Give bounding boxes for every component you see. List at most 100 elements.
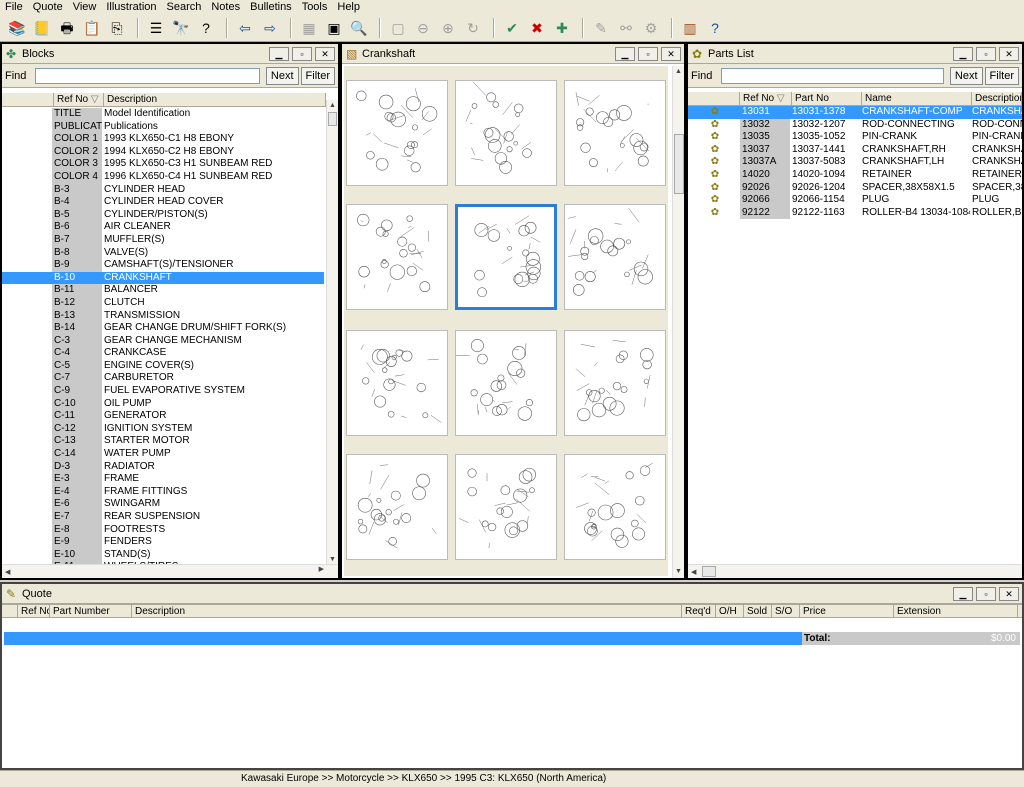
- zoom-out-icon[interactable]: ⊖: [412, 17, 434, 39]
- col-ref-no[interactable]: Ref No ▽: [54, 93, 104, 106]
- blocks-next-button[interactable]: Next: [265, 66, 299, 85]
- menu-view[interactable]: View: [68, 0, 102, 14]
- block-row[interactable]: C-12 IGNITION SYSTEM: [2, 422, 324, 436]
- restore-button[interactable]: ▫: [976, 46, 996, 61]
- block-row[interactable]: C-11 GENERATOR: [2, 410, 324, 423]
- block-row[interactable]: COLOR 3 1995 KLX650-C3 H1 SUNBEAM RED: [2, 158, 324, 171]
- block-row[interactable]: C-3 GEAR CHANGE MECHANISM: [2, 334, 324, 348]
- part-row[interactable]: ✿ 92066 92066-1154 PLUG PLUG: [688, 194, 1022, 207]
- quote-col-req-d[interactable]: Req'd: [682, 605, 716, 617]
- blocks-hscrollbar[interactable]: ◀ ▶: [2, 564, 338, 578]
- illustration-thumbnail[interactable]: [564, 80, 666, 186]
- close-button[interactable]: ✕: [999, 46, 1019, 61]
- scroll-left-icon[interactable]: ◀: [688, 569, 696, 576]
- block-row[interactable]: B-11 BALANCER: [2, 284, 324, 297]
- block-row[interactable]: COLOR 2 1994 KLX650-C2 H8 EBONY: [2, 145, 324, 159]
- menu-illustration[interactable]: Illustration: [101, 0, 161, 14]
- scroll-up-icon[interactable]: ▲: [327, 100, 338, 112]
- menu-file[interactable]: File: [0, 0, 28, 14]
- block-row[interactable]: E-4 FRAME FITTINGS: [2, 485, 324, 499]
- illustration-thumbnail[interactable]: [346, 80, 448, 186]
- quote-col-o-h[interactable]: O/H: [716, 605, 744, 617]
- block-row[interactable]: C-4 CRANKCASE: [2, 347, 324, 360]
- back-arrow-icon[interactable]: ⇦: [234, 17, 256, 39]
- parts-filter-button[interactable]: Filter: [984, 66, 1019, 85]
- grid-view-icon[interactable]: ▦: [298, 17, 320, 39]
- block-row[interactable]: B-3 CYLINDER HEAD: [2, 183, 324, 197]
- open-catalog-icon[interactable]: 📚: [6, 17, 28, 39]
- menu-tools[interactable]: Tools: [297, 0, 333, 14]
- minimize-button[interactable]: ▁: [615, 46, 635, 61]
- zoom-in-icon[interactable]: ⊕: [437, 17, 459, 39]
- menu-notes[interactable]: Notes: [206, 0, 245, 14]
- scroll-thumb[interactable]: [702, 566, 716, 577]
- scroll-thumb[interactable]: [328, 112, 337, 126]
- help-icon[interactable]: ?: [704, 17, 726, 39]
- block-row[interactable]: C-7 CARBURETOR: [2, 372, 324, 386]
- restore-button[interactable]: ▫: [292, 46, 312, 61]
- block-row[interactable]: C-13 STARTER MOTOR: [2, 435, 324, 449]
- block-row[interactable]: E-3 FRAME: [2, 473, 324, 486]
- clipboard-icon[interactable]: 📋: [81, 17, 103, 39]
- quote-col-ref-no[interactable]: Ref No: [18, 605, 50, 617]
- parts-find-input[interactable]: [721, 67, 944, 84]
- scroll-thumb[interactable]: [674, 134, 684, 194]
- blocks-find-input[interactable]: [35, 67, 260, 84]
- image-view-icon[interactable]: ▣: [323, 17, 345, 39]
- menu-help[interactable]: Help: [332, 0, 365, 14]
- col-ref-no[interactable]: Ref No ▽: [740, 92, 792, 105]
- quote-col-description[interactable]: Description: [132, 605, 682, 617]
- block-row[interactable]: B-6 AIR CLEANER: [2, 221, 324, 234]
- block-row[interactable]: E-6 SWINGARM: [2, 498, 324, 511]
- block-row[interactable]: COLOR 4 1996 KLX650-C4 H1 SUNBEAM RED: [2, 170, 324, 184]
- col-description[interactable]: Description: [972, 92, 1022, 105]
- list-icon[interactable]: ☰: [145, 17, 167, 39]
- illustration-vscrollbar[interactable]: ▲ ▼: [672, 66, 684, 578]
- close-button[interactable]: ✕: [661, 46, 681, 61]
- illustration-thumbnail[interactable]: [346, 454, 448, 560]
- part-row[interactable]: ✿ 1303213032-1207 ROD-CONNECTING ROD-CONNE: [688, 118, 1022, 132]
- note-icon[interactable]: ✎: [590, 17, 612, 39]
- block-row[interactable]: C-14 WATER PUMP: [2, 448, 324, 461]
- part-row[interactable]: ✿ 92026 92026-1204 SPACER,38X58X1.5 SPACER,3…: [688, 181, 1022, 195]
- illustration-thumbnail[interactable]: [455, 454, 557, 560]
- scroll-down-icon[interactable]: ▼: [673, 566, 684, 578]
- forward-arrow-icon[interactable]: ⇨: [259, 17, 281, 39]
- part-row[interactable]: ✿ 92122 92122-1163 ROLLER-B4 13034-1084 ROLL…: [688, 206, 1022, 220]
- part-row[interactable]: ✿ 13035 13035-1052 PIN-CRANK PIN-CRANK: [688, 131, 1022, 144]
- part-row[interactable]: ✿ 1303713037-1441 CRANKSHAFT,RH CRANKSHAF: [688, 143, 1022, 157]
- print-icon[interactable]: 🖶: [56, 17, 78, 39]
- illustration-thumbnail[interactable]: [455, 80, 557, 186]
- part-row[interactable]: ✿ 14020 14020-1094 RETAINER RETAINER: [688, 168, 1022, 182]
- block-row[interactable]: B-10 CRANKSHAFT: [2, 271, 324, 285]
- part-row[interactable]: ✿ 1303113031-1378 CRANKSHAFT-COMP CRANKSHAF…: [688, 106, 1022, 119]
- block-row[interactable]: B-13 TRANSMISSION: [2, 309, 324, 323]
- rotate-icon[interactable]: ↻: [462, 17, 484, 39]
- table-icon[interactable]: ▥: [679, 17, 701, 39]
- block-row[interactable]: B-9 CAMSHAFT(S)/TENSIONER: [2, 259, 324, 272]
- parts-next-button[interactable]: Next: [949, 66, 983, 85]
- help-search-icon[interactable]: ?: [195, 17, 217, 39]
- illustration-thumbnail[interactable]: [455, 204, 557, 310]
- block-row[interactable]: B-8 VALVE(S): [2, 246, 324, 260]
- blocks-filter-button[interactable]: Filter: [300, 66, 335, 85]
- illustration-thumbnail[interactable]: [564, 454, 666, 560]
- block-row[interactable]: B-12 CLUTCH: [2, 296, 324, 310]
- block-row[interactable]: E-7 REAR SUSPENSION: [2, 511, 324, 524]
- block-row[interactable]: C-10 OIL PUMP: [2, 397, 324, 411]
- add-part-icon[interactable]: ✚: [551, 17, 573, 39]
- block-row[interactable]: B-14 GEAR CHANGE DRUM/SHIFT FORK(S): [2, 322, 324, 335]
- parts-hscrollbar[interactable]: ◀: [688, 564, 1022, 578]
- col-name[interactable]: Name: [862, 92, 972, 105]
- check-part-icon[interactable]: ✔: [501, 17, 523, 39]
- gear-icon[interactable]: ⚙: [640, 17, 662, 39]
- col-description[interactable]: Description: [104, 93, 326, 106]
- scroll-right-icon[interactable]: ▶: [319, 565, 324, 573]
- block-row[interactable]: C-9 FUEL EVAPORATIVE SYSTEM: [2, 385, 324, 398]
- block-row[interactable]: E-8 FOOTRESTS: [2, 523, 324, 537]
- quote-col-price[interactable]: Price: [800, 605, 894, 617]
- link-icon[interactable]: ⚯: [615, 17, 637, 39]
- block-row[interactable]: E-10 STAND(S): [2, 548, 324, 562]
- scroll-left-icon[interactable]: ◀: [2, 569, 10, 576]
- fit-icon[interactable]: ▢: [387, 17, 409, 39]
